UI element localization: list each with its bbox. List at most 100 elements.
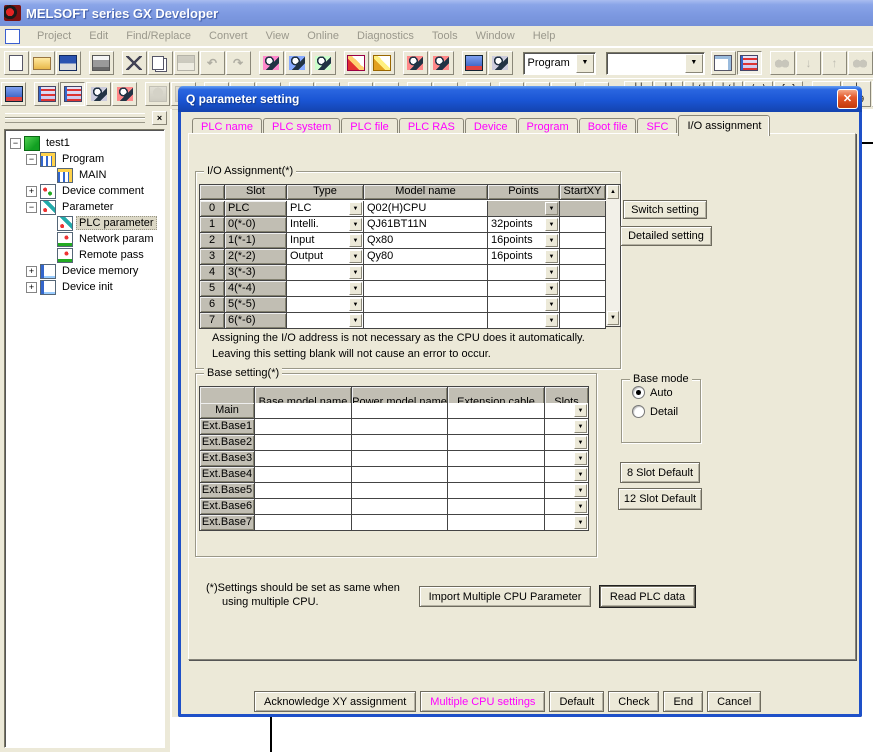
close-icon[interactable]: ✕: [837, 89, 858, 109]
device-test-button[interactable]: [145, 82, 170, 106]
find-combo[interactable]: ▼: [606, 52, 705, 75]
base-cell-model[interactable]: [255, 483, 352, 499]
io-cell-type[interactable]: ▼: [287, 265, 364, 281]
tree-expand-icon[interactable]: [10, 138, 21, 149]
monitor-mag-button[interactable]: [488, 51, 513, 75]
multiple-cpu-settings-button[interactable]: Multiple CPU settings: [420, 691, 545, 712]
find-up-button[interactable]: ↑: [822, 51, 847, 75]
tree-item-parameter[interactable]: Parameter: [5, 199, 164, 215]
chevron-down-icon[interactable]: ▼: [349, 250, 362, 263]
menu-online[interactable]: Online: [298, 30, 348, 42]
io-cell-points[interactable]: 32points ▼: [488, 217, 560, 233]
slot12-default-button[interactable]: 12 Slot Default: [618, 488, 702, 510]
switch-setting-button[interactable]: Switch setting: [623, 200, 707, 219]
io-cell-model-name[interactable]: [364, 281, 488, 297]
tree-expand-icon[interactable]: [26, 282, 37, 293]
find-device-button[interactable]: [285, 51, 310, 75]
base-cell-slots[interactable]: ▼: [545, 483, 589, 499]
base-mode-auto-option[interactable]: Auto: [632, 386, 700, 399]
radio-off-icon[interactable]: [632, 405, 645, 418]
base-cell-cable[interactable]: [448, 419, 545, 435]
base-cell-model[interactable]: [255, 515, 352, 531]
base-cell-model[interactable]: [255, 467, 352, 483]
chevron-down-icon[interactable]: ▼: [576, 54, 594, 73]
program-combo[interactable]: Program ▼: [523, 52, 596, 75]
check-button[interactable]: Check: [608, 691, 659, 712]
tree-item-main[interactable]: MAIN: [5, 167, 164, 183]
import-multiple-cpu-parameter-button[interactable]: Import Multiple CPU Parameter: [419, 586, 591, 607]
edit-mag-button[interactable]: [112, 82, 137, 106]
menu-help[interactable]: Help: [524, 30, 565, 42]
io-cell-model-name[interactable]: Q02(H)CPU: [364, 201, 488, 217]
io-cell-model-name[interactable]: [364, 265, 488, 281]
base-cell-power[interactable]: [352, 499, 448, 515]
base-cell-power[interactable]: [352, 467, 448, 483]
chevron-down-icon[interactable]: ▼: [545, 282, 558, 295]
chevron-down-icon[interactable]: ▼: [574, 452, 587, 465]
chevron-down-icon[interactable]: ▼: [574, 420, 587, 433]
chevron-down-icon[interactable]: ▼: [574, 484, 587, 497]
base-cell-slots[interactable]: ▼: [545, 515, 589, 531]
chevron-down-icon[interactable]: ▼: [349, 202, 362, 215]
tree-item-device-init[interactable]: Device init: [5, 279, 164, 295]
base-cell-cable[interactable]: [448, 435, 545, 451]
io-cell-startxy[interactable]: [560, 297, 606, 313]
io-cell-startxy[interactable]: [560, 233, 606, 249]
base-mode-detail-option[interactable]: Detail: [632, 405, 700, 418]
base-cell-slots[interactable]: ▼: [545, 435, 589, 451]
io-cell-type[interactable]: PLC ▼: [287, 201, 364, 217]
detailed-setting-button[interactable]: Detailed setting: [620, 226, 712, 246]
chevron-down-icon[interactable]: ▼: [349, 282, 362, 295]
io-cell-model-name[interactable]: [364, 313, 488, 329]
menu-diagnostics[interactable]: Diagnostics: [348, 30, 423, 42]
menu-project[interactable]: Project: [28, 30, 80, 42]
chevron-down-icon[interactable]: ▼: [545, 266, 558, 279]
find-binoculars-button[interactable]: [770, 51, 795, 75]
base-cell-cable[interactable]: [448, 467, 545, 483]
chevron-down-icon[interactable]: ▼: [349, 266, 362, 279]
plc-read-write-button[interactable]: [1, 82, 26, 106]
base-cell-slots[interactable]: ▼: [545, 499, 589, 515]
menu-tools[interactable]: Tools: [423, 30, 467, 42]
chevron-down-icon[interactable]: ▼: [349, 218, 362, 231]
cancel-button[interactable]: Cancel: [707, 691, 761, 712]
tab-io-assignment[interactable]: I/O assignment: [678, 115, 770, 136]
menu-find-replace[interactable]: Find/Replace: [117, 30, 200, 42]
io-cell-points[interactable]: 16points ▼: [488, 233, 560, 249]
chevron-down-icon[interactable]: ▼: [545, 234, 558, 247]
dialog-title-bar[interactable]: Q parameter setting ✕: [178, 86, 862, 112]
io-cell-startxy[interactable]: [560, 265, 606, 281]
base-cell-slots[interactable]: ▼: [545, 467, 589, 483]
tree-item-device-memory[interactable]: Device memory: [5, 263, 164, 279]
io-cell-points[interactable]: ▼: [488, 265, 560, 281]
base-cell-slots[interactable]: ▼: [545, 419, 589, 435]
ladder-mode-button[interactable]: [60, 82, 85, 106]
tree-item-remote-pass[interactable]: Remote pass: [5, 247, 164, 263]
chevron-down-icon[interactable]: ▼: [574, 468, 587, 481]
tree-expand-icon[interactable]: [26, 154, 37, 165]
base-cell-model[interactable]: [255, 451, 352, 467]
end-button[interactable]: End: [663, 691, 703, 712]
base-cell-power[interactable]: [352, 451, 448, 467]
base-cell-power[interactable]: [352, 419, 448, 435]
chevron-down-icon[interactable]: ▼: [545, 250, 558, 263]
io-cell-model-name[interactable]: Qx80: [364, 233, 488, 249]
base-cell-cable[interactable]: [448, 499, 545, 515]
close-icon[interactable]: ×: [152, 111, 167, 125]
io-cell-model-name[interactable]: QJ61BT11N: [364, 217, 488, 233]
io-cell-points[interactable]: ▼: [488, 313, 560, 329]
cut-button[interactable]: [122, 51, 147, 75]
find-down-button[interactable]: ↓: [796, 51, 821, 75]
io-cell-type[interactable]: ▼: [287, 281, 364, 297]
chevron-down-icon[interactable]: ▼: [574, 404, 587, 417]
scroll-up-icon[interactable]: ▲: [607, 185, 619, 199]
io-cell-points[interactable]: 16points ▼: [488, 249, 560, 265]
find-button[interactable]: [259, 51, 284, 75]
io-cell-startxy[interactable]: [560, 217, 606, 233]
base-cell-power[interactable]: [352, 403, 448, 419]
new-project-button[interactable]: [4, 51, 29, 75]
base-cell-cable[interactable]: [448, 403, 545, 419]
chevron-down-icon[interactable]: ▼: [685, 54, 703, 73]
radio-on-icon[interactable]: [632, 386, 645, 399]
tree-item-device-comment[interactable]: Device comment: [5, 183, 164, 199]
